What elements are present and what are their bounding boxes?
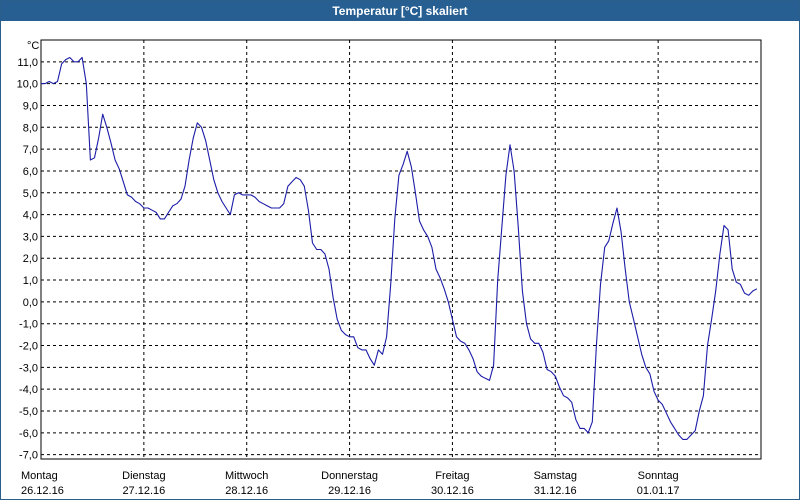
y-tick-label: 3,0 — [23, 231, 38, 243]
x-tick-day-label: Samstag — [534, 470, 577, 482]
y-tick-label: 7,0 — [23, 144, 38, 156]
y-tick-label: -1,0 — [19, 319, 38, 331]
y-tick-label: 6,0 — [23, 166, 38, 178]
y-tick-label: 1,0 — [23, 275, 38, 287]
x-tick-day-label: Sonntag — [638, 470, 679, 482]
x-tick-date-label: 31.12.16 — [534, 485, 577, 497]
y-tick-label: 11,0 — [17, 57, 38, 69]
x-tick-day-label: Dienstag — [122, 470, 165, 482]
y-tick-label: -2,0 — [19, 341, 38, 353]
x-tick-day-label: Mittwoch — [225, 470, 268, 482]
x-tick-date-label: 27.12.16 — [122, 485, 165, 497]
y-tick-label: 5,0 — [23, 188, 38, 200]
y-tick-label: -4,0 — [19, 384, 38, 396]
y-tick-label: -5,0 — [19, 406, 38, 418]
x-tick-date-label: 29.12.16 — [328, 485, 371, 497]
y-tick-label: -3,0 — [19, 362, 38, 374]
y-tick-label: 10,0 — [17, 79, 38, 91]
y-tick-label: -6,0 — [19, 428, 38, 440]
x-tick-date-label: 26.12.16 — [21, 485, 64, 497]
y-tick-label: 2,0 — [23, 253, 38, 265]
chart-window: Temperatur [°C] skaliert -7,0 -6,0 -5,0 -4,… — [0, 0, 800, 500]
temperature-chart: -7,0 -6,0 -5,0 -4,0 -3,0 -2,0 -1,0 0,0 1,0 2,0 3,0… — [17, 39, 762, 497]
y-tick-label: -7,0 — [19, 450, 38, 462]
x-tick-date-label: 28.12.16 — [225, 485, 268, 497]
window-title: Temperatur [°C] skaliert — [1, 1, 799, 21]
y-tick-label: 8,0 — [23, 122, 38, 134]
plot-area — [41, 40, 761, 459]
y-tick-label: 4,0 — [23, 210, 38, 222]
x-tick-day-label: Freitag — [435, 470, 469, 482]
x-tick-date-label: 30.12.16 — [431, 485, 474, 497]
x-tick-day-label: Montag — [21, 470, 58, 482]
x-tick-day-label: Donnerstag — [321, 470, 378, 482]
y-axis-unit: °C — [27, 40, 39, 52]
y-tick-label: 0,0 — [23, 297, 38, 309]
y-tick-label: 9,0 — [23, 100, 38, 112]
x-tick-date-label: 01.01.17 — [637, 485, 680, 497]
